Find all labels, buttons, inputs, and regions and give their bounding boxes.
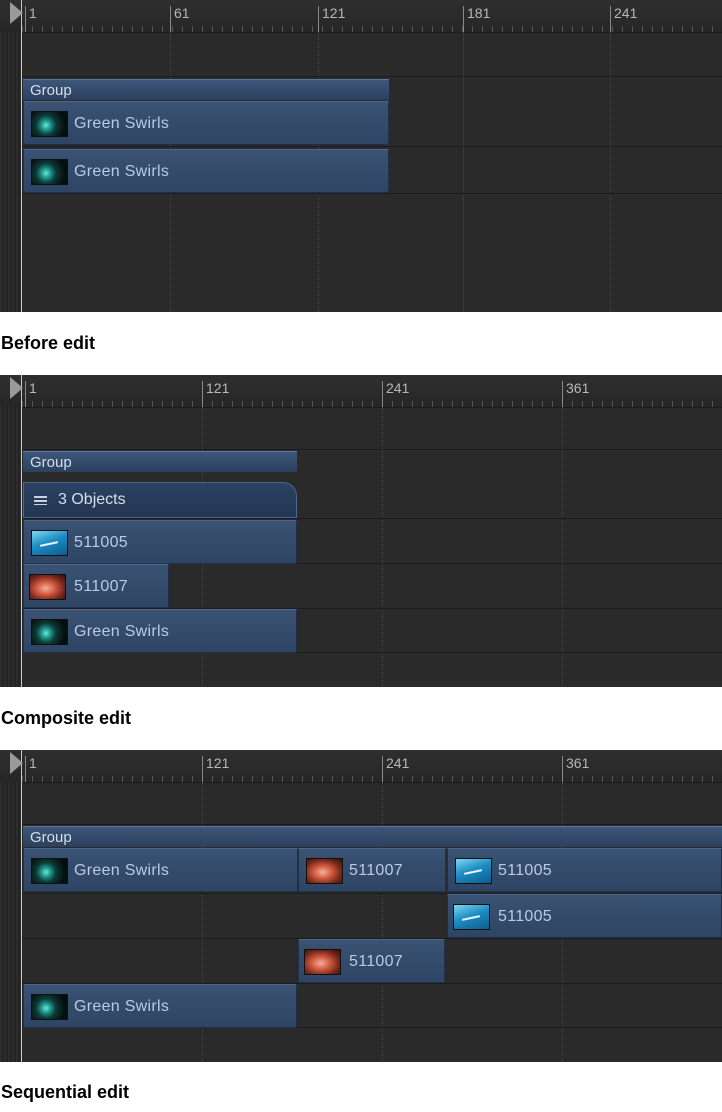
- timeline-panel-before: 1 61 121 181 241 Group Green Swirls Gree…: [0, 0, 722, 312]
- fish-thumbnail: [29, 574, 66, 600]
- ruler-tick: 361: [562, 756, 589, 782]
- layer-label: Green Swirls: [74, 115, 170, 132]
- layer-clip-511005[interactable]: 511005: [23, 520, 297, 564]
- playhead-line: [21, 0, 22, 312]
- timeline-ruler[interactable]: 1 121 241 361: [0, 750, 722, 783]
- fish-thumbnail: [304, 949, 341, 975]
- green-swirls-thumbnail: [31, 619, 68, 645]
- group-clip-green-swirls[interactable]: Green Swirls: [23, 848, 298, 892]
- ruler-tick: 1: [25, 381, 37, 407]
- ruler-tick: 361: [562, 381, 589, 407]
- row-separator: [22, 146, 722, 147]
- timeline-ruler[interactable]: 1 61 121 181 241: [0, 0, 722, 33]
- track-header-strip: [0, 782, 21, 1062]
- objects-stack-bar[interactable]: 3 Objects: [23, 482, 297, 518]
- caption-sequential-edit: Sequential edit: [1, 1082, 130, 1102]
- ruler-tick: 61: [170, 6, 190, 32]
- row-separator: [22, 76, 722, 77]
- layer-clip-511007[interactable]: 511007: [23, 564, 169, 608]
- green-swirls-thumbnail: [31, 994, 68, 1020]
- group-clip-511005[interactable]: 511005: [447, 848, 722, 892]
- layer-label: Green Swirls: [74, 998, 170, 1015]
- water-thumbnail: [453, 904, 490, 930]
- layer-clip-green-swirls[interactable]: Green Swirls: [23, 101, 389, 145]
- group-bar[interactable]: Group: [23, 451, 297, 472]
- green-swirls-thumbnail: [31, 111, 68, 137]
- track-header-strip: [0, 407, 21, 687]
- clip-label: Green Swirls: [74, 862, 170, 879]
- layer-clip-green-swirls[interactable]: Green Swirls: [23, 984, 297, 1028]
- clip-label: 511007: [349, 862, 404, 879]
- row-separator: [22, 824, 722, 825]
- grid-line: [463, 32, 464, 312]
- layer-label: 511005: [498, 908, 553, 925]
- fish-thumbnail: [306, 858, 343, 884]
- track-header-strip: [0, 32, 21, 312]
- layer-label: Green Swirls: [74, 163, 170, 180]
- row-separator: [22, 193, 722, 194]
- ruler-tick: 1: [25, 756, 37, 782]
- ruler-minor-ticks: [22, 776, 722, 782]
- layer-label: 511005: [74, 534, 129, 551]
- objects-label: 3 Objects: [58, 491, 126, 508]
- playhead-line: [21, 375, 22, 687]
- water-thumbnail: [31, 530, 68, 556]
- ruler-minor-ticks: [22, 401, 722, 407]
- ruler-tick: 121: [202, 756, 229, 782]
- layer-clip-green-swirls[interactable]: Green Swirls: [23, 149, 389, 193]
- green-swirls-thumbnail: [31, 858, 68, 884]
- group-clip-511007[interactable]: 511007: [298, 848, 446, 892]
- ruler-tick: 121: [202, 381, 229, 407]
- ruler-tick: 241: [382, 381, 409, 407]
- row-separator: [22, 449, 722, 450]
- playhead-line: [21, 750, 22, 1062]
- ruler-tick: 241: [382, 756, 409, 782]
- water-thumbnail: [455, 858, 492, 884]
- group-bar[interactable]: Group: [23, 826, 722, 847]
- layer-clip-511007[interactable]: 511007: [298, 939, 445, 983]
- playhead-icon[interactable]: [10, 752, 23, 774]
- caption-composite-edit: Composite edit: [1, 708, 132, 728]
- ruler-tick: 121: [318, 6, 345, 32]
- layer-clip-green-swirls[interactable]: Green Swirls: [23, 609, 297, 653]
- playhead-icon[interactable]: [10, 377, 23, 399]
- caption-before-edit: Before edit: [1, 333, 96, 353]
- layer-label: 511007: [349, 953, 404, 970]
- group-label: Group: [30, 82, 72, 99]
- grid-line: [610, 32, 611, 312]
- timeline-panel-sequential: 1 121 241 361 Group Green Swirls 511007 …: [0, 750, 722, 1062]
- group-bar[interactable]: Group: [23, 79, 389, 100]
- timeline-ruler[interactable]: 1 121 241 361: [0, 375, 722, 408]
- layer-label: 511007: [74, 578, 129, 595]
- playhead-icon[interactable]: [10, 2, 23, 24]
- group-label: Group: [30, 829, 72, 846]
- ruler-tick: 181: [463, 6, 490, 32]
- clip-label: 511005: [498, 862, 553, 879]
- objects-stack-icon: [34, 496, 47, 505]
- green-swirls-thumbnail: [31, 159, 68, 185]
- row-separator: [22, 518, 722, 519]
- layer-label: Green Swirls: [74, 623, 170, 640]
- timeline-panel-composite: 1 121 241 361 Group 3 Objects 511005 511…: [0, 375, 722, 687]
- ruler-tick: 1: [25, 6, 37, 32]
- layer-clip-511005[interactable]: 511005: [447, 894, 722, 938]
- group-label: Group: [30, 454, 72, 471]
- ruler-tick: 241: [610, 6, 637, 32]
